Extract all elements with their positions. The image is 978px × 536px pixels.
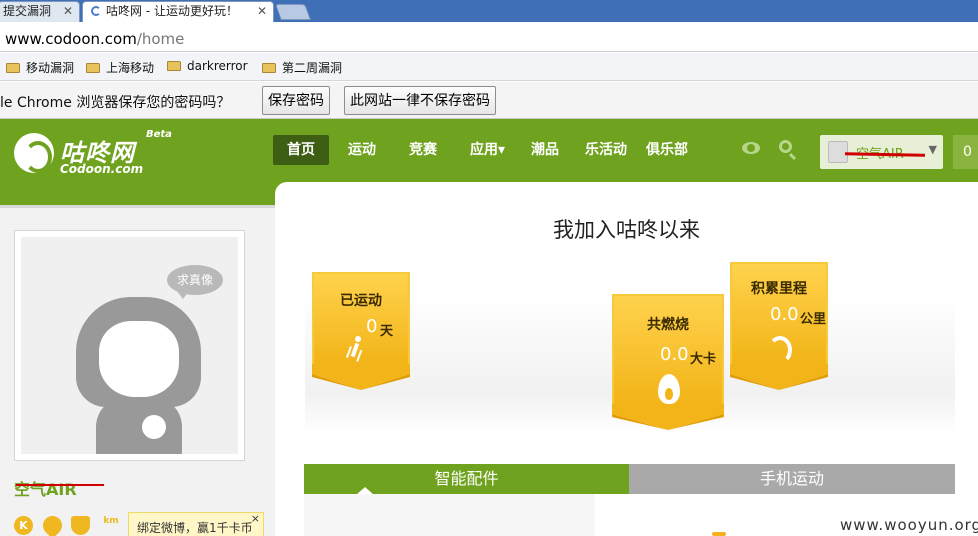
summary-panel: 我加入咕咚以来 已运动 0 天 共燃烧 0.0 大卡 积累里程 0.0 公里 智… [275,182,978,536]
never-save-password-button[interactable]: 此网站一律不保存密码 [344,86,496,115]
stat-card-distance: 积累里程 0.0 公里 [730,262,828,390]
message-count[interactable]: 0 [953,135,978,169]
beta-badge: Beta [146,129,172,140]
summary-title: 我加入咕咚以来 [553,218,700,242]
card-point [612,404,724,430]
site-logo[interactable]: 咕咚网 Codoon.com Beta [14,129,174,179]
bookmark-item[interactable]: 上海移动 [86,59,154,76]
close-icon[interactable]: ✕ [257,2,267,21]
nav-gear[interactable]: 潮品 [517,135,573,165]
weibo-bind-tooltip[interactable]: 绑定微博，赢1千卡币 × [128,512,264,536]
stat-value: 0.0 [770,304,799,325]
header-extension [0,182,275,205]
stat-title: 积累里程 [751,281,807,297]
stat-unit: 天 [380,324,394,339]
logo-text-en: Codoon.com [60,162,144,176]
folder-icon [6,63,20,73]
stat-card-days: 已运动 0 天 [312,272,410,390]
tab-title: 提交漏洞 [3,4,52,18]
infobar-message: le Chrome 浏览器保存您的密码吗？ [0,95,231,111]
nav-sport[interactable]: 运动 [334,135,390,165]
codoon-logo-icon [14,133,54,173]
address-bar[interactable]: www.codoon.com/home [0,22,978,52]
redaction-line [16,484,104,486]
device-tabs: 智能配件 手机运动 [304,464,955,495]
close-icon[interactable]: ✕ [63,2,73,21]
card-point [312,364,410,390]
folder-icon [262,63,276,73]
codoon-logo-icon [142,415,166,439]
close-icon[interactable]: × [251,504,260,534]
default-avatar-illustration: 求真像 [21,237,238,454]
stat-title: 已运动 [340,293,382,309]
search-icon[interactable] [779,140,792,153]
tab-smart-accessories[interactable]: 智能配件 [304,464,629,495]
tooltip-text: 绑定微博，赢1千卡币 [137,521,253,535]
bookmark-item[interactable]: 移动漏洞 [6,59,74,76]
url-host: www.codoon.com [5,30,137,48]
card-point [730,364,828,390]
nav-activities[interactable]: 乐活动 [571,135,641,165]
tab-title: 咕咚网 - 让运动更好玩！ [106,4,238,18]
profile-sidebar: 求真像 空气AIR K km 绑定微博，赢1千卡币 × [0,205,275,536]
stat-card-calories: 共燃烧 0.0 大卡 [612,294,724,430]
url-text[interactable]: www.codoon.com/home [5,30,184,48]
running-man-icon [350,336,364,358]
decorative-mark [712,532,726,536]
flame-icon [658,374,680,404]
browser-tab-strip: 提交漏洞 ✕ 咕咚网 - 让运动更好玩！ ✕ [0,0,978,22]
nav-race[interactable]: 竞赛 [395,135,451,165]
browser-tab-report[interactable]: 提交漏洞 ✕ [0,1,80,22]
bookmark-item[interactable]: darkrerror [167,59,248,73]
eye-icon[interactable] [742,142,760,154]
nav-clubs[interactable]: 俱乐部 [632,135,702,165]
tab-mobile-sport[interactable]: 手机运动 [629,464,955,494]
nav-apps[interactable]: 应用▾ [456,135,519,165]
save-password-infobar: le Chrome 浏览器保存您的密码吗？ 保存密码 此网站一律不保存密码 [0,82,978,119]
stat-value: 0 [366,316,378,337]
stat-unit: 大卡 [690,352,717,367]
url-path: /home [136,30,185,48]
location-icon[interactable] [39,512,66,536]
stat-title: 共燃烧 [647,317,689,333]
profile-name: 空气AIR [14,480,77,499]
watermark: www.wooyun.org [840,516,978,534]
new-tab-button[interactable] [275,4,311,20]
avatar-face [99,321,179,397]
shield-icon[interactable] [71,516,90,535]
bookmark-item[interactable]: 第二周漏洞 [262,59,342,76]
profile-avatar[interactable]: 求真像 [14,230,245,461]
browser-tab-codoon[interactable]: 咕咚网 - 让运动更好玩！ ✕ [82,1,274,22]
save-password-button[interactable]: 保存密码 [262,86,330,115]
caret-down-icon: ▼ [928,143,937,156]
folder-icon [86,63,100,73]
avatar-body [96,397,182,454]
nav-home[interactable]: 首页 [273,135,329,165]
folder-icon [167,61,181,71]
stat-value: 0.0 [660,344,689,365]
user-menu[interactable]: 空气AIR ▼ [820,135,943,169]
kcoin-icon[interactable]: K [14,516,33,535]
loading-icon [91,6,101,16]
stat-unit: 公里 [800,312,827,327]
avatar-bubble[interactable]: 求真像 [167,265,223,299]
km-icon[interactable]: km [100,516,122,535]
road-icon [768,336,792,364]
bookmarks-bar: 移动漏洞 上海移动 darkrerror 第二周漏洞 [0,53,978,81]
